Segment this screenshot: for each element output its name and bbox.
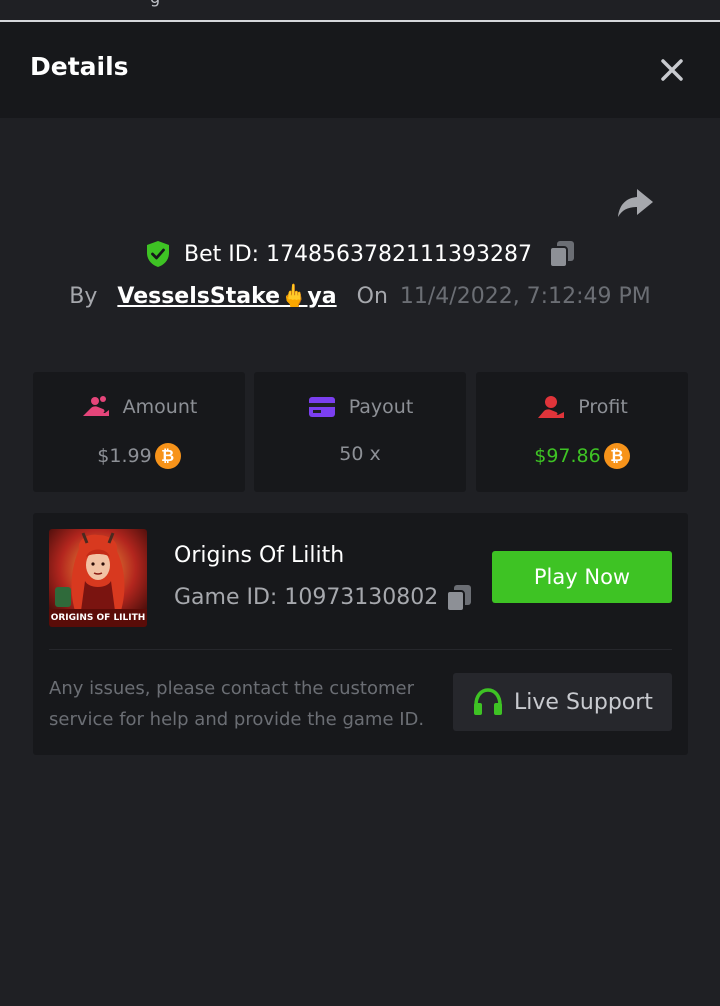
amount-value: $1.99	[97, 445, 152, 467]
payout-label: Payout	[348, 396, 414, 418]
verified-shield-icon	[146, 241, 169, 267]
payout-card: Payout 50 x	[254, 372, 466, 492]
game-id: Game ID: 10973130802	[174, 585, 439, 610]
copy-game-id-icon[interactable]	[445, 583, 473, 613]
cut-off-text: g	[150, 0, 160, 7]
username-link[interactable]: VesselsStake🖕ya	[117, 284, 336, 309]
modal-title: Details	[30, 52, 129, 81]
hand-coins-icon	[82, 396, 109, 416]
amount-label: Amount	[122, 396, 198, 418]
live-support-button[interactable]: Live Support	[453, 673, 672, 731]
hand-money-icon	[538, 396, 565, 418]
bet-id-row: Bet ID: 1748563782111393287	[0, 236, 720, 272]
bet-author-row: By VesselsStake🖕ya On 11/4/2022, 7:12:49…	[0, 280, 720, 312]
profit-label: Profit	[578, 396, 628, 418]
bet-id: Bet ID: 1748563782111393287	[183, 241, 533, 267]
copy-bet-id-icon[interactable]	[548, 239, 576, 269]
game-thumbnail-art: ORIGINS OF LILITH	[49, 529, 147, 627]
top-strip: g	[0, 0, 720, 22]
live-support-label: Live Support	[514, 689, 653, 715]
close-icon[interactable]	[656, 54, 688, 86]
headset-icon	[474, 688, 503, 715]
share-icon[interactable]	[615, 185, 655, 221]
bet-datetime: 11/4/2022, 7:12:49 PM	[399, 283, 651, 309]
bitcoin-icon: ₿	[154, 443, 181, 469]
thumbnail-title: ORIGINS OF LILITH	[51, 613, 146, 623]
modal-header: Details	[0, 22, 720, 118]
by-label: By	[69, 283, 98, 309]
card-icon	[308, 397, 335, 417]
payout-value: 50 x	[339, 443, 381, 465]
game-card: ORIGINS OF LILITH Origins Of Lilith Game…	[33, 513, 688, 755]
divider	[49, 649, 672, 650]
support-instructions: Any issues, please contact the customer …	[49, 678, 425, 730]
game-thumbnail[interactable]: ORIGINS OF LILITH	[49, 529, 147, 627]
on-label: On	[356, 283, 388, 309]
profit-card: Profit $97.86 ₿	[476, 372, 688, 492]
bitcoin-icon: ₿	[603, 443, 630, 469]
profit-value: $97.86	[534, 445, 601, 467]
play-now-button[interactable]: Play Now	[492, 551, 672, 603]
game-name: Origins Of Lilith	[174, 543, 345, 568]
amount-card: Amount $1.99 ₿	[33, 372, 245, 492]
